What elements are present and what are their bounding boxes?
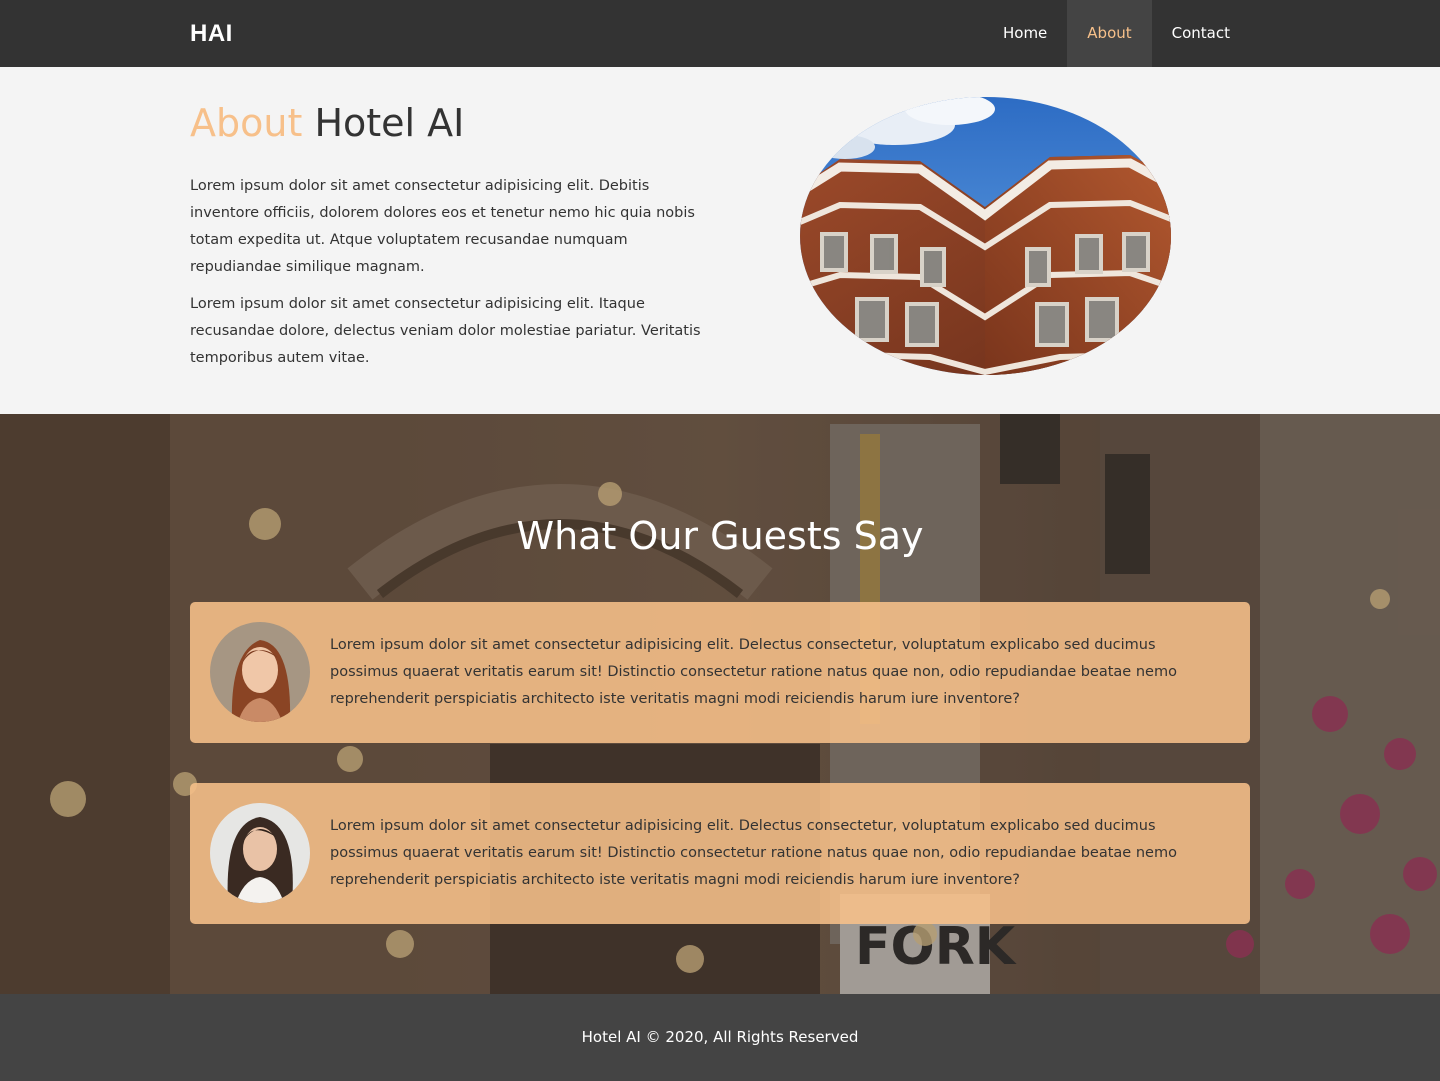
about-heading: About Hotel AI — [190, 97, 720, 149]
nav-link-home[interactable]: Home — [983, 0, 1067, 67]
footer: Hotel AI © 2020, All Rights Reserved — [0, 994, 1440, 1081]
nav-menu: Home About Contact — [983, 0, 1250, 67]
footer-copyright: Hotel AI © 2020, All Rights Reserved — [581, 1028, 859, 1046]
nav-link-contact[interactable]: Contact — [1152, 0, 1250, 67]
hotel-building-image — [800, 97, 1171, 375]
about-content: About Hotel AI Lorem ipsum dolor sit ame… — [190, 97, 720, 382]
testimonials-heading: What Our Guests Say — [516, 514, 924, 558]
testimonial-card: Lorem ipsum dolor sit amet consectetur a… — [190, 783, 1250, 924]
testimonial-text: Lorem ipsum dolor sit amet consectetur a… — [330, 637, 1177, 707]
about-heading-rest: Hotel AI — [302, 101, 465, 145]
navbar: HAI Home About Contact — [0, 0, 1440, 67]
testimonial-text: Lorem ipsum dolor sit amet consectetur a… — [330, 818, 1177, 888]
nav-link-about[interactable]: About — [1067, 0, 1152, 67]
guest-avatar — [210, 803, 310, 903]
logo[interactable]: HAI — [190, 20, 233, 48]
guest-avatar — [210, 622, 310, 722]
about-section: About Hotel AI Lorem ipsum dolor sit ame… — [0, 67, 1440, 414]
about-heading-accent: About — [190, 101, 303, 145]
about-paragraph-2: Lorem ipsum dolor sit amet consectetur a… — [190, 296, 701, 366]
navbar-container: HAI Home About Contact — [190, 0, 1250, 67]
testimonial-card: Lorem ipsum dolor sit amet consectetur a… — [190, 602, 1250, 743]
testimonials-section: FORK What Our Guests Say — [0, 414, 1440, 994]
about-paragraph-1: Lorem ipsum dolor sit amet consectetur a… — [190, 178, 695, 275]
